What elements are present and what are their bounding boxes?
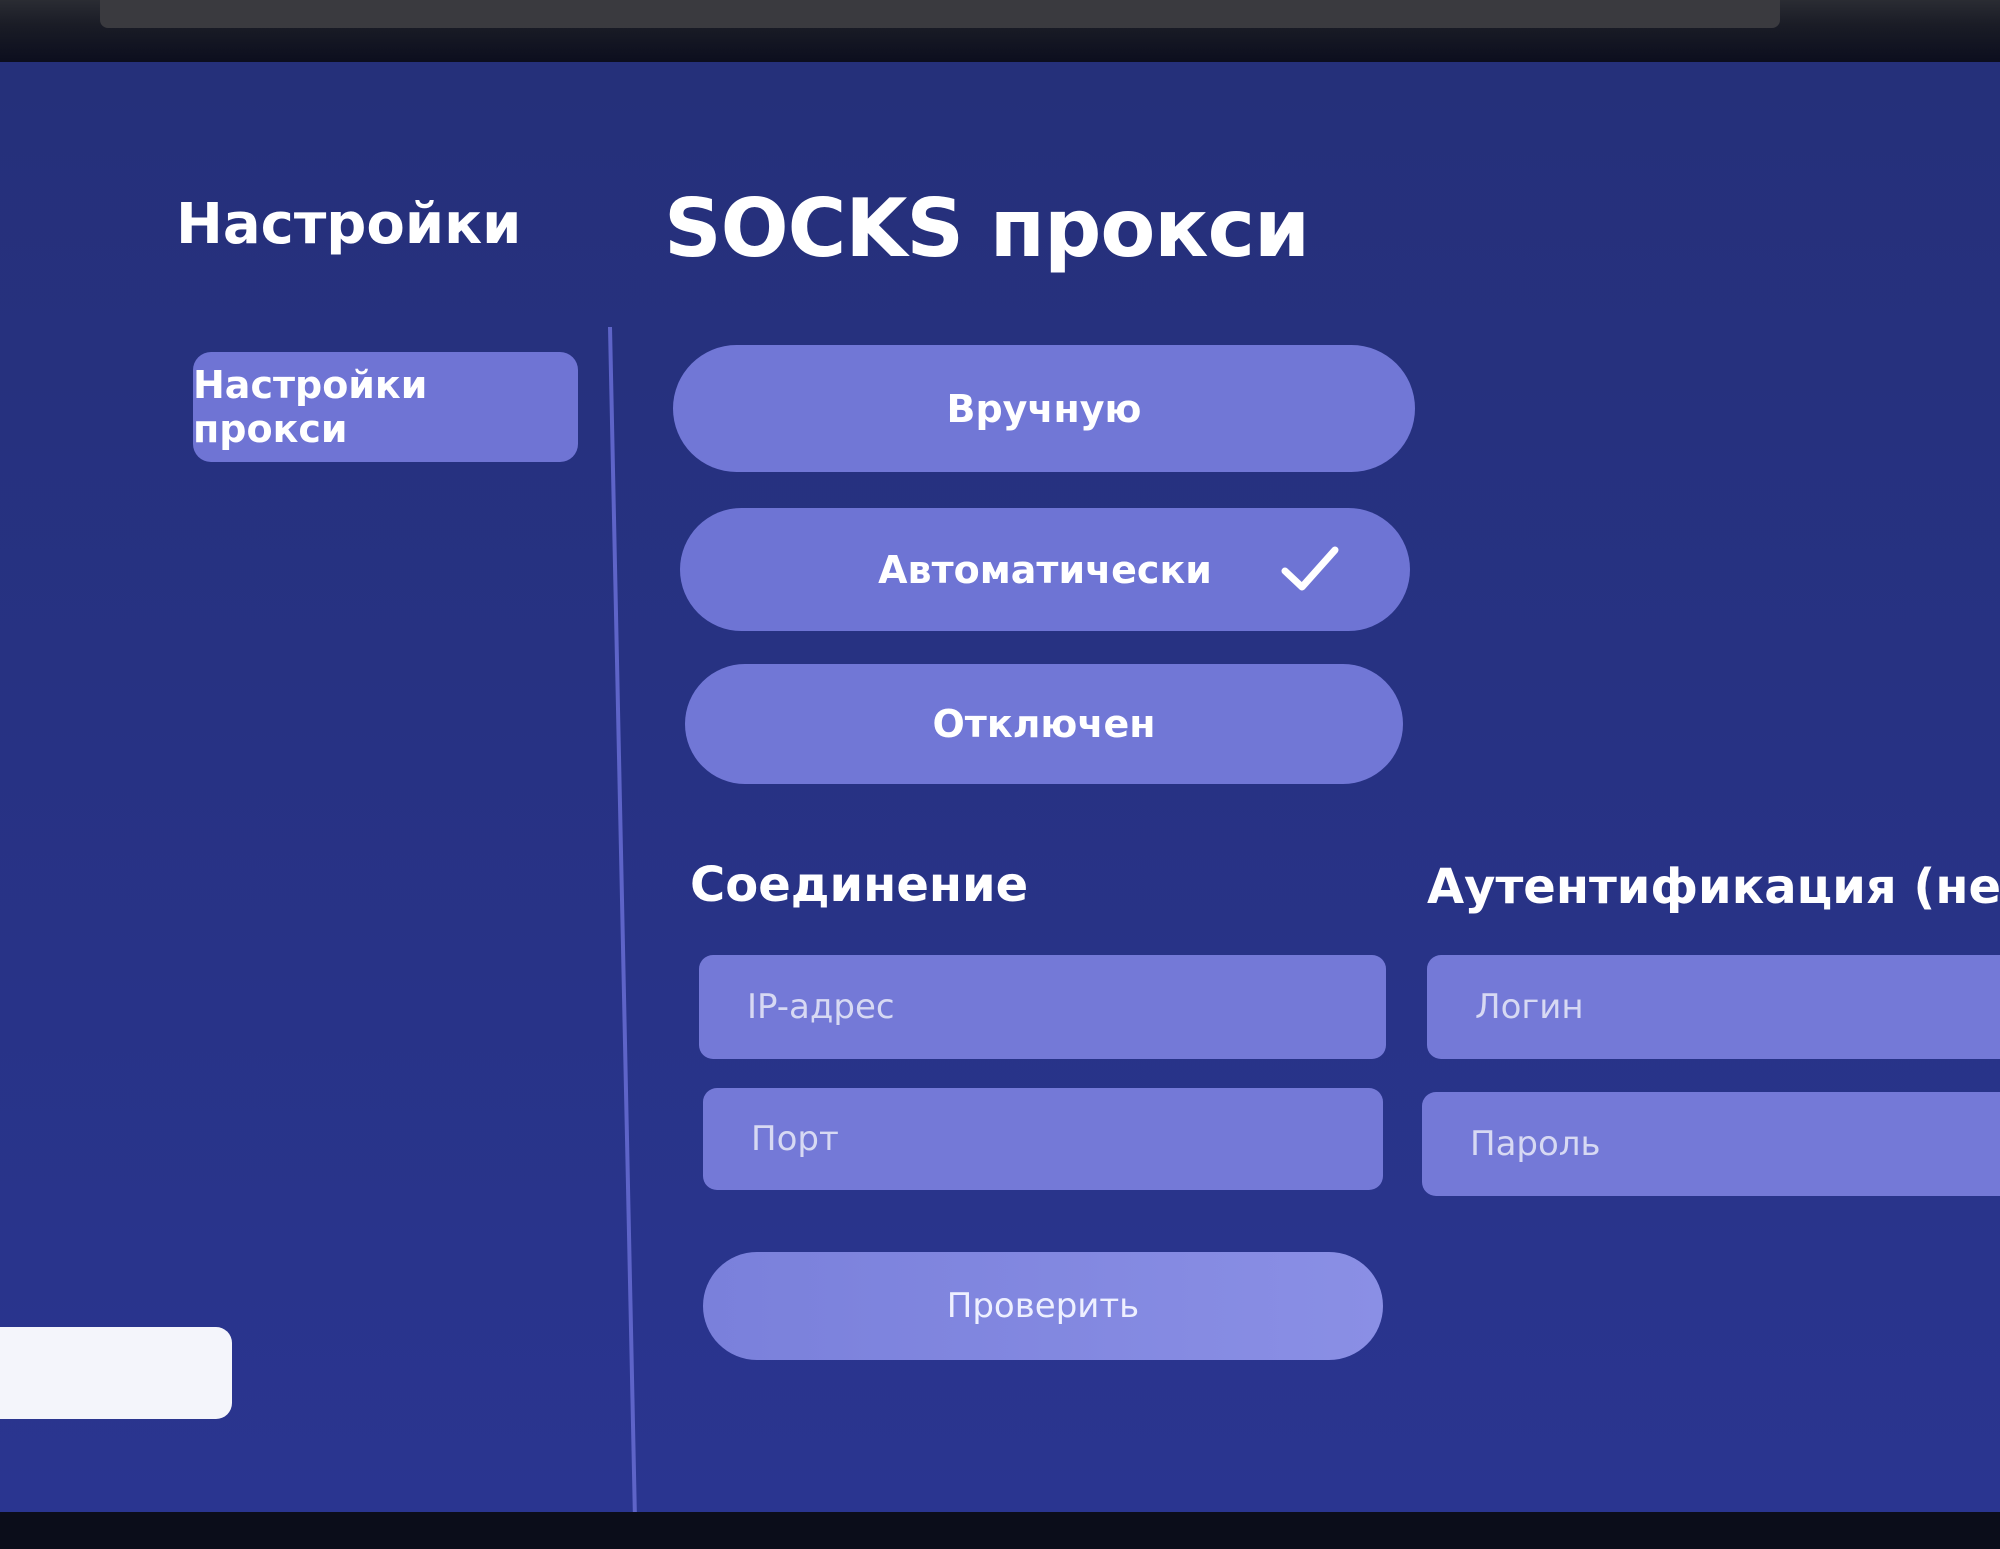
mode-automatic-label: Автоматически [878, 547, 1212, 592]
connection-heading: Соединение [690, 857, 1029, 913]
port-field[interactable]: Порт [703, 1088, 1383, 1190]
password-placeholder: Пароль [1470, 1124, 1601, 1164]
mode-disabled-button[interactable]: Отключен [685, 664, 1403, 784]
vertical-divider [608, 326, 639, 1512]
ip-address-field[interactable]: IP-адрес [699, 955, 1386, 1059]
sidebar-item-label: Настройки прокси [193, 363, 428, 451]
check-icon [1281, 546, 1339, 591]
auth-heading: Аутентификация (не о [1427, 859, 2000, 915]
check-button-label: Проверить [946, 1286, 1140, 1326]
mode-manual-button[interactable]: Вручную [673, 345, 1415, 472]
check-button[interactable]: Проверить [703, 1252, 1383, 1360]
password-field[interactable]: Пароль [1422, 1092, 2000, 1196]
login-field[interactable]: Логин [1427, 955, 2000, 1059]
ip-address-placeholder: IP-адрес [747, 987, 895, 1027]
login-placeholder: Логин [1475, 987, 1584, 1027]
settings-screen: Настройки Настройки прокси SOCKS прокси … [0, 62, 2000, 1512]
mode-disabled-label: Отключен [932, 702, 1156, 746]
sidebar-title: Настройки [176, 192, 522, 257]
port-placeholder: Порт [751, 1119, 839, 1159]
tv-bezel-bottom [0, 1512, 2000, 1549]
sidebar-bottom-button[interactable] [0, 1327, 232, 1419]
tv-bezel-top [0, 0, 2000, 62]
page-title: SOCKS прокси [664, 182, 1310, 275]
tv-stand-shelf [100, 0, 1780, 28]
mode-automatic-button[interactable]: Автоматически [680, 508, 1410, 631]
sidebar-item-proxy-settings[interactable]: Настройки прокси [193, 352, 578, 462]
mode-manual-label: Вручную [946, 386, 1142, 431]
